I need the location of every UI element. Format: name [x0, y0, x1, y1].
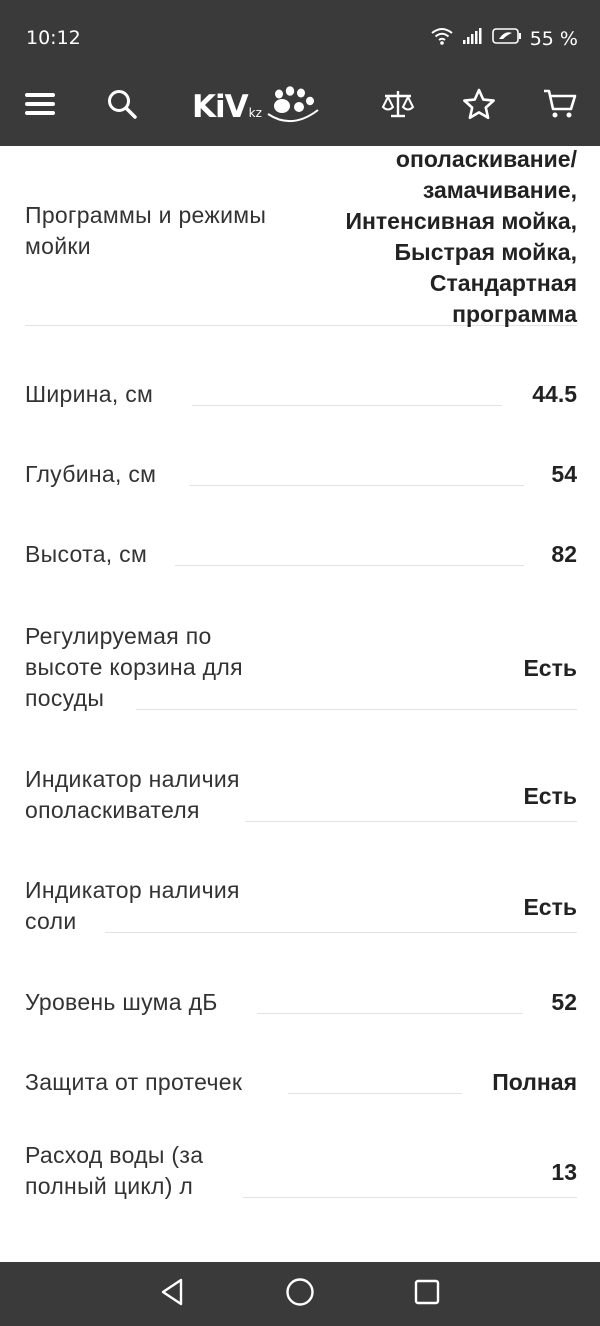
spec-value: 82 [551, 541, 577, 567]
spec-leader-line [243, 1197, 577, 1198]
spec-row-depth: Глубина, см 54 [25, 446, 577, 490]
back-triangle-icon [159, 1277, 185, 1312]
home-circle-icon [285, 1277, 315, 1312]
signal-icon [462, 27, 484, 50]
spec-label: Защита от протечек [25, 1069, 243, 1095]
cart-icon [543, 88, 577, 125]
spec-row-noise-level: Уровень шума дБ 52 [25, 974, 577, 1018]
spec-label: Индикатор наличия ополаскивателя [25, 766, 240, 823]
spec-value: Полная [492, 1069, 577, 1095]
search-icon [106, 88, 138, 125]
spec-row-water-consumption: Расход воды (за полный цикл) л 13 [25, 1134, 577, 1202]
search-button[interactable] [100, 84, 144, 128]
spec-leader-line [288, 1093, 462, 1094]
hamburger-icon [24, 92, 56, 121]
logo-domain: kz [248, 106, 262, 120]
compare-button[interactable] [376, 84, 420, 128]
spec-row-width: Ширина, см 44.5 [25, 366, 577, 410]
recents-button[interactable] [409, 1276, 445, 1312]
status-bar: 10:12 55 % [0, 0, 600, 66]
spec-leader-line [257, 1013, 523, 1014]
paw-icon [266, 84, 320, 131]
status-time: 10:12 [26, 27, 81, 49]
specs-list: Программы и режимы мойки ополаскивание/ … [0, 146, 600, 1262]
battery-icon [491, 27, 522, 50]
spec-leader-line [245, 821, 577, 822]
star-icon [462, 88, 496, 125]
home-button[interactable] [282, 1276, 318, 1312]
favorites-button[interactable] [457, 84, 501, 128]
spec-row-leak-protection: Защита от протечек Полная [25, 1054, 577, 1098]
spec-label: Индикатор наличия соли [25, 877, 240, 934]
spec-value: 52 [551, 989, 577, 1015]
spec-value: Есть [523, 894, 577, 920]
spec-label: Ширина, см [25, 381, 154, 407]
spec-row-height: Высота, см 82 [25, 526, 577, 570]
spec-value: 13 [551, 1159, 577, 1185]
back-button[interactable] [154, 1276, 190, 1312]
spec-label: Глубина, см [25, 461, 157, 487]
spec-leader-line [105, 932, 577, 933]
spec-value: Есть [523, 655, 577, 681]
menu-button[interactable] [18, 84, 62, 128]
status-indicators: 55 % [430, 26, 578, 51]
spec-row-salt-indicator: Индикатор наличия соли Есть [25, 869, 577, 937]
spec-value: ополаскивание/ замачивание, Интенсивная … [345, 146, 577, 327]
spec-value: 44.5 [532, 381, 577, 407]
spec-label: Расход воды (за полный цикл) л [25, 1142, 204, 1199]
spec-row-adjustable-basket: Регулируемая по высоте корзина для посуд… [25, 614, 577, 714]
spec-leader-line [175, 565, 524, 566]
spec-row-programs: Программы и режимы мойки ополаскивание/ … [25, 146, 577, 330]
spec-label: Уровень шума дБ [25, 989, 218, 1015]
spec-value: Есть [523, 783, 577, 809]
spec-leader-line [136, 709, 577, 710]
spec-leader-line [192, 405, 502, 406]
spec-label: Программы и режимы мойки [25, 202, 267, 259]
logo-text: KiV [192, 89, 249, 125]
kiv-logo[interactable]: KiV kz [192, 84, 328, 130]
spec-leader-line [189, 485, 524, 486]
spec-label: Высота, см [25, 541, 148, 567]
recents-square-icon [413, 1278, 441, 1311]
cart-button[interactable] [538, 84, 582, 128]
scales-icon [381, 88, 415, 125]
app-header: KiV kz [0, 66, 600, 146]
wifi-icon [430, 26, 454, 51]
spec-label: Регулируемая по высоте корзина для посуд… [25, 623, 243, 711]
system-nav-bar [0, 1262, 600, 1326]
spec-value: 54 [551, 461, 577, 487]
spec-row-rinse-indicator: Индикатор наличия ополаскивателя Есть [25, 758, 577, 826]
battery-percent: 55 % [529, 27, 578, 50]
